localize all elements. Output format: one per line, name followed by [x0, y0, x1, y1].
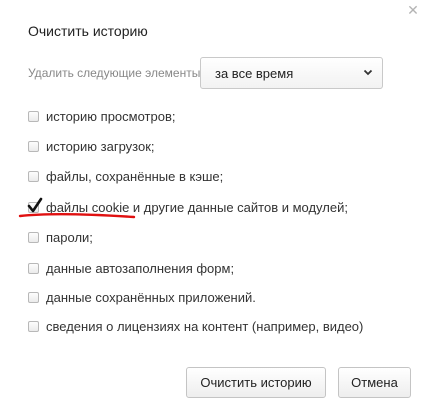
chevron-down-icon — [363, 69, 373, 76]
option-label: пароли; — [46, 229, 93, 245]
checkbox[interactable] — [28, 231, 39, 243]
option-passwords[interactable]: пароли; — [28, 228, 93, 246]
option-download-history[interactable]: историю загрузок; — [28, 137, 155, 155]
checkbox[interactable] — [28, 291, 39, 303]
option-cached-files[interactable]: файлы, сохранённые в кэше; — [28, 167, 223, 185]
option-label: данные сохранённых приложений. — [46, 289, 256, 305]
dialog-title: Очистить историю — [28, 23, 148, 39]
checkbox[interactable] — [28, 110, 39, 122]
checkbox[interactable] — [28, 140, 39, 152]
option-label: историю просмотров; — [46, 108, 176, 124]
option-content-licenses[interactable]: сведения о лицензиях на контент (наприме… — [28, 317, 363, 335]
clear-history-dialog: Очистить историю ✕ Удалить следующие эле… — [0, 0, 434, 400]
cancel-button[interactable]: Отмена — [338, 367, 411, 398]
red-underline-annotation — [18, 213, 136, 219]
checkbox[interactable] — [28, 262, 39, 274]
close-icon[interactable]: ✕ — [406, 3, 420, 17]
option-label: историю загрузок; — [46, 138, 155, 154]
option-app-data[interactable]: данные сохранённых приложений. — [28, 288, 256, 306]
clear-history-button[interactable]: Очистить историю — [186, 367, 326, 398]
time-range-value: за все время — [215, 66, 294, 81]
option-label: файлы, сохранённые в кэше; — [46, 168, 224, 184]
option-autofill[interactable]: данные автозаполнения форм; — [28, 259, 234, 277]
option-browsing-history[interactable]: историю просмотров; — [28, 107, 175, 125]
checkbox[interactable] — [28, 320, 39, 332]
option-label: данные автозаполнения форм; — [46, 260, 235, 276]
checkbox[interactable] — [28, 170, 39, 182]
time-range-select[interactable]: за все время — [200, 57, 383, 89]
range-label: Удалить следующие элементы: — [28, 66, 204, 80]
option-label: сведения о лицензиях на контент (наприме… — [46, 318, 364, 334]
